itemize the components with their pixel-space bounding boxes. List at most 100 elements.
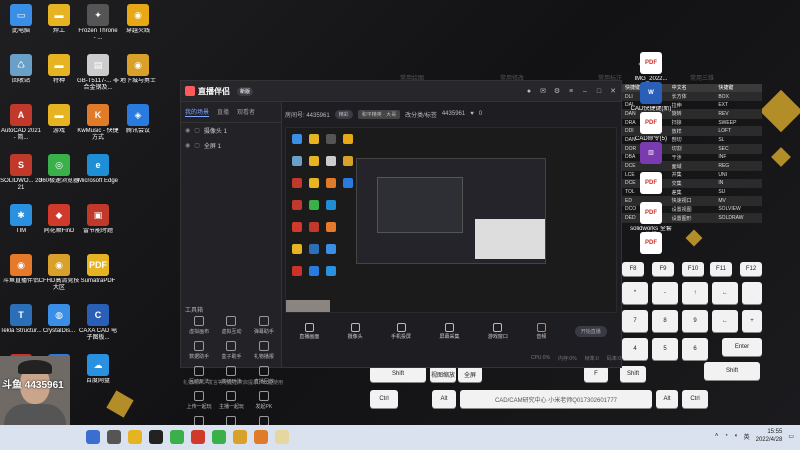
desktop-icon[interactable]: ◍ CrystalDis... [38,304,80,335]
desktop-icon[interactable]: PDF SumatraPDF [77,254,119,285]
desktop-file-icon[interactable]: ▥ [630,142,672,166]
close-icon[interactable]: ✕ [609,87,617,95]
desktop-icon[interactable]: ▬ 特种 [38,54,80,85]
toolbox-item[interactable]: 发起PK [248,391,280,410]
desktop-icon[interactable]: ▣ 雷节能时题 [77,204,119,235]
source-camera-button[interactable]: 摄像头 [348,322,363,340]
keyboard-key: + [742,310,762,332]
toolbox-item[interactable]: 虚拟画布 [183,316,215,335]
category-pill[interactable]: 和平精英 · 大哥 [357,109,401,119]
source-game-button[interactable]: 游戏窗口 [488,322,508,340]
taskbar-doc-icon[interactable] [275,430,289,444]
avatar-icon[interactable]: ● [525,87,533,95]
desktop-icon[interactable]: S SOLIDWO... 2021 [0,154,42,192]
taskbar-office-icon[interactable] [191,430,205,444]
scene-item-fullscreen[interactable]: ◉ ▢ 全屏 1 [181,138,281,153]
camera-thumbnail[interactable] [286,300,330,312]
preview-desktop-icon [292,244,302,254]
desktop-icon[interactable]: ▬ 游戏 [38,104,80,135]
desktop-icon[interactable]: ◉ 地下城与勇士 [117,54,159,85]
taskbar-search-icon[interactable] [86,430,100,444]
desktop-file-icon[interactable]: PDF [630,172,672,196]
maximize-icon[interactable]: □ [595,87,603,95]
keyboard-key: Alt [432,390,456,408]
menu-icon[interactable]: ≡ [567,87,575,95]
taskbar-task-view-icon[interactable] [107,430,121,444]
taskbar-dell-icon[interactable] [149,430,163,444]
taskbar-chrome-icon[interactable] [170,430,184,444]
toolbox-item[interactable]: 礼物播报 [248,341,280,360]
volume-icon[interactable]: ◖ [734,433,738,439]
tab-live[interactable]: 直播 [217,107,229,117]
app-logo-icon [185,86,195,96]
desktop-icon[interactable]: ▭ 此电脑 [0,4,42,35]
version-badge[interactable]: 新版 [237,86,254,96]
input-language[interactable]: 英 [744,432,750,441]
desktop-file-icon[interactable]: PDF CAD命令(5) [630,112,672,143]
toolbox-item[interactable]: 上传一起玩 [183,391,215,410]
start-live-button[interactable]: 开始直播 [574,325,607,337]
scene-item-camera[interactable]: ◉ ▢ 摄像头 1 [181,123,281,138]
clock[interactable]: 15:55 2022/4/28 [756,428,783,444]
source-phone-button[interactable]: 手机投屏 [391,322,411,340]
lock-icon[interactable]: ▢ [194,127,200,134]
desktop-icon[interactable]: T Tekla Structur... [0,304,42,335]
desktop-icon[interactable]: K KwMusic - 快捷方式 [77,104,119,142]
desktop-icon[interactable]: ▬ 焊工 [38,4,80,35]
taskbar-douyu-live-icon[interactable] [254,430,268,444]
app-icon: ▬ [48,104,70,126]
source-capture-button[interactable]: 屏幕采集 [439,322,459,340]
lock-icon[interactable]: ▢ [194,142,200,149]
tool-label: 虚拟互动 [221,329,242,335]
desktop-icon[interactable]: ✦ Frozen Throne - ... [77,4,119,42]
message-icon[interactable]: ✉ [539,87,547,95]
tab-my-scenes[interactable]: 我的场景 [185,107,210,117]
tool-icon [226,366,237,376]
cpu-stat: CPU:0% [530,355,551,361]
toolbox-item[interactable]: 虚拟互动 [215,316,247,335]
taskbar-wechat-icon[interactable] [212,430,226,444]
desktop-icon[interactable]: ☁ 百度网盘 [77,354,119,385]
desktop-file-icon[interactable]: W CAD快捷键(新) [630,82,672,113]
chevron-up-icon[interactable]: ˄ [715,433,719,439]
desktop-icon[interactable]: A AutoCAD 2021 - 简... [0,104,42,142]
settings-icon[interactable]: ⚙ [553,87,561,95]
desktop-file-icon[interactable]: PDF IMG_2022... [630,52,672,83]
desktop-icon[interactable]: e Microsoft Edge [77,154,119,185]
taskbar-explorer-icon[interactable] [128,430,142,444]
bg-label-3d: 常用三维 [690,76,715,82]
desktop-icon[interactable]: C CAXA CAD 电子图板... [77,304,119,342]
cad-table-cell: SWEEP [718,119,737,126]
tab-viewers[interactable]: 观看者 [237,107,255,117]
toolbox-item[interactable]: 盒子助手 [215,341,247,360]
toolbox-item[interactable]: 主播一起玩 [215,391,247,410]
minimize-icon[interactable]: – [581,87,589,95]
desktop-icon[interactable]: ◉ CFHD高清竞技大区 [38,254,80,292]
desktop-icon[interactable]: ◎ 360极速浏览器 [38,154,80,185]
eye-icon[interactable]: ◉ [185,142,190,149]
room-tag[interactable]: 精彩 [334,109,353,119]
toolbox-item[interactable]: 数据助手 [183,341,215,360]
source-screen-button[interactable]: 直播画面 [299,322,319,340]
title-hint[interactable]: 改分类/标签 [405,110,437,119]
tool-label: 上传一起玩 [186,404,212,410]
room-info-bar: 房间号: 4435961 精彩 和平精英 · 大哥 改分类/标签 4435961… [285,104,615,124]
audio-button[interactable]: 音频 [536,322,546,340]
desktop-icon[interactable]: ◈ 腾讯会议 [117,104,159,135]
stream-preview[interactable] [285,127,617,313]
source-toolbar: 直播画面 摄像头 手机投屏 屏幕采集 游戏窗口 音频 开始直播 [285,319,621,343]
toolbox-item[interactable]: 弹幕助手 [248,316,280,335]
desktop-file-icon[interactable]: PDF [630,232,672,256]
eye-icon[interactable]: ◉ [185,127,190,134]
desktop-icon-label: CAXA CAD 电子图板... [78,328,117,341]
desktop-icon[interactable]: ◉ 斗鱼直播伴侣 [0,254,42,285]
network-icon[interactable]: ◔ [724,433,728,439]
desktop-icon[interactable]: ♺ 回收站 [0,54,42,85]
preview-desktop-icon [343,134,353,144]
desktop-icon[interactable]: ◆ 同花顺FinD [38,204,80,235]
taskbar-game-icon[interactable] [233,430,247,444]
desktop-icon[interactable]: ✱ TIM [0,204,42,235]
notification-icon[interactable]: ▭ [788,433,794,440]
desktop-icon[interactable]: ▤ GB-T5117-... 非合金钢及... [77,54,119,92]
desktop-icon[interactable]: ◉ 穿越火线 [117,4,159,35]
